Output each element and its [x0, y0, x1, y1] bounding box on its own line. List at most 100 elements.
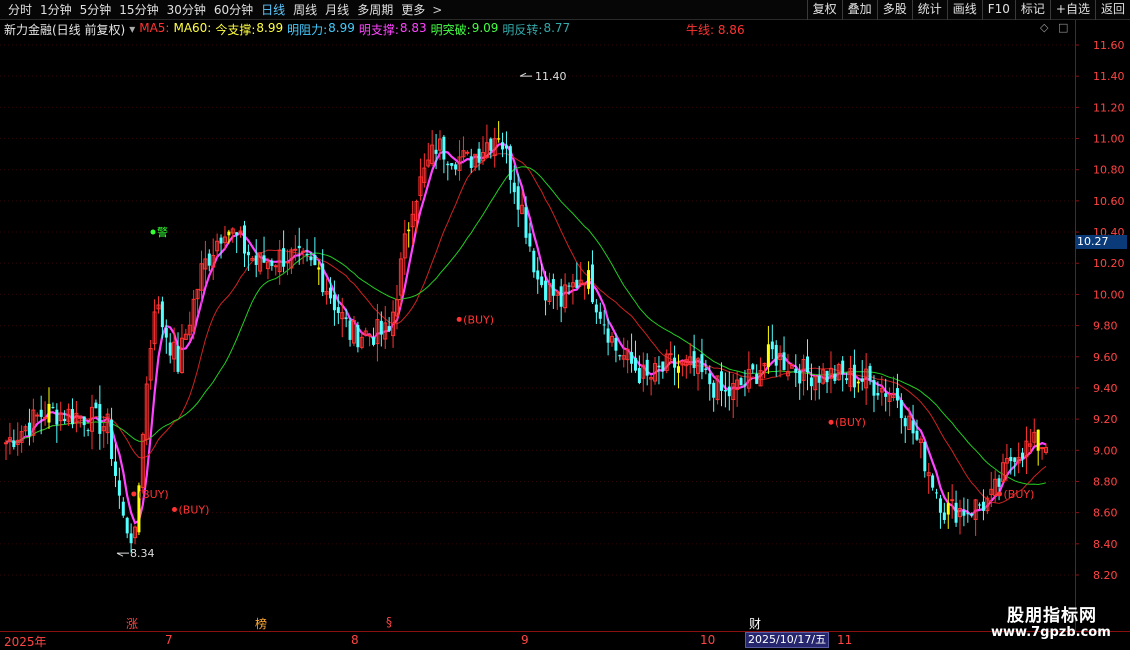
candle-body-2: [12, 440, 16, 448]
candle-body-171: [673, 357, 677, 368]
candle-body-94: [372, 337, 376, 345]
candle-body-223: [876, 393, 880, 396]
candle-body-20: [82, 416, 86, 426]
candlestick-chart[interactable]: (BUY) (BUY) (BUY) (BUY) (BUY) 11.40 8.34 警 11.6…: [0, 0, 1130, 650]
candle-body-240: [942, 512, 946, 520]
candle-body-29: [117, 480, 121, 496]
buy-label-4: (BUY): [1004, 488, 1035, 501]
candle-body-229: [899, 400, 903, 419]
buy-dot-0: [131, 491, 137, 497]
candle-body-221: [868, 365, 872, 381]
low-label: 8.34: [130, 547, 155, 560]
candle-body-75: [297, 245, 301, 249]
candle-body-205: [806, 356, 810, 373]
month-label-9: 9: [521, 633, 529, 647]
candle-body-52: [207, 253, 211, 266]
event-cai[interactable]: 财: [749, 615, 761, 632]
candle-body-12: [51, 407, 55, 409]
candle-body-192: [755, 373, 759, 384]
warning-dot: [150, 229, 156, 235]
candle-body-44: [176, 345, 180, 372]
watermark-title: 股朋指标网: [1007, 606, 1097, 626]
candle-body-225: [884, 393, 888, 397]
event-section[interactable]: §: [386, 615, 392, 629]
event-bang[interactable]: 榜: [255, 615, 267, 632]
candle-body-30: [121, 501, 125, 516]
candle-body-121: [477, 148, 481, 163]
candle-body-237: [931, 475, 935, 488]
candle-body-265: [1040, 447, 1045, 450]
candle-body-113: [446, 163, 450, 166]
price-axis: 11.6011.4011.2011.0010.8010.6010.4010.20…: [1075, 39, 1125, 582]
event-zhang[interactable]: 涨: [126, 615, 138, 632]
candle-body-172: [676, 366, 680, 373]
candle-body-130: [512, 182, 516, 193]
candle-body-230: [903, 418, 907, 427]
candle-body-77: [305, 253, 309, 256]
tick-label-11: 9.40: [1093, 382, 1118, 395]
candle-body-135: [532, 250, 536, 273]
candle-body-184: [723, 389, 727, 392]
candle-body-9: [39, 409, 43, 417]
candle-body-84: [332, 294, 336, 311]
candle-body-176: [692, 351, 696, 368]
candle-body-129: [508, 146, 512, 180]
buy-dot-4: [997, 491, 1003, 497]
candle-body-17: [70, 409, 74, 425]
candle-body-264: [1036, 429, 1040, 451]
tick-label-12: 9.20: [1093, 413, 1118, 426]
candle-body-80: [317, 267, 321, 270]
candle-body-23: [94, 402, 98, 409]
candle-body-257: [1009, 456, 1013, 462]
candle-body-140: [551, 279, 555, 296]
candle-body-133: [524, 207, 528, 238]
candle-body-146: [575, 279, 579, 288]
candle-body-57: [227, 231, 231, 236]
candle-body-210: [825, 370, 829, 383]
candle-body-197: [774, 344, 778, 366]
tick-label-13: 9.00: [1093, 444, 1118, 457]
month-label-7: 7: [165, 633, 173, 647]
buy-dot-2: [456, 316, 462, 322]
candle-body-74: [293, 248, 298, 251]
candle-body-215: [845, 378, 849, 381]
candle-body-170: [668, 353, 673, 356]
buy-dot-3: [828, 419, 834, 425]
candle-body-212: [833, 373, 837, 381]
candle-body-162: [637, 368, 641, 384]
candle-body-238: [935, 492, 939, 494]
candle-body-245: [962, 510, 966, 516]
candle-body-118: [465, 151, 470, 154]
candle-body-72: [285, 261, 290, 264]
tick-label-8: 10.00: [1093, 288, 1125, 301]
candle-body-79: [313, 254, 317, 266]
candle-body-179: [704, 368, 708, 370]
candle-body-71: [282, 248, 286, 267]
buy-label-0: (BUY): [138, 488, 169, 501]
candle-body-241: [946, 503, 950, 515]
candle-body-114: [450, 163, 454, 166]
candle-body-21: [86, 430, 90, 432]
candle-body-203: [798, 370, 802, 384]
candle-body-206: [809, 377, 813, 387]
candle-body-178: [700, 354, 704, 373]
candle-body-76: [301, 250, 306, 253]
candle-body-189: [743, 384, 747, 386]
candle-body-134: [528, 233, 532, 247]
buy-dot-1: [171, 507, 177, 513]
tick-label-7: 10.20: [1093, 257, 1125, 270]
candle-body-69: [273, 265, 278, 268]
candle-body-258: [1013, 457, 1017, 462]
tick-label-4: 10.80: [1093, 164, 1125, 177]
candle-body-181: [712, 382, 716, 398]
candle-body-136: [536, 270, 540, 280]
candle-body-138: [544, 280, 548, 301]
candle-body-83: [329, 287, 333, 299]
tick-label-10: 9.60: [1093, 351, 1118, 364]
candle-body-119: [469, 156, 473, 168]
candle-body-185: [727, 386, 731, 397]
candle-body-153: [602, 324, 606, 326]
candle-body-246: [966, 513, 970, 515]
candle-body-239: [938, 498, 942, 513]
candle-body-88: [348, 320, 352, 340]
